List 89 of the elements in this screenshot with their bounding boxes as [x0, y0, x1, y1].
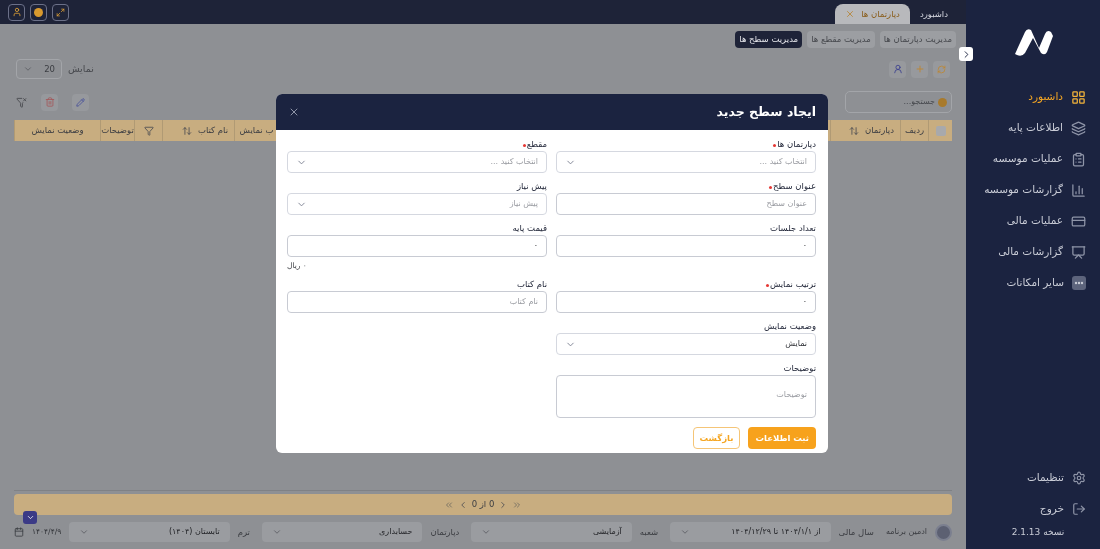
first-page-icon[interactable] — [443, 499, 454, 510]
filter-select[interactable]: از ۱۴۰۴/۱/۱ تا ۱۴۰۴/۱۲/۲۹ — [670, 522, 831, 542]
sidebar-item[interactable]: اطلاعات پایه — [966, 119, 1086, 137]
chevron-icon — [481, 527, 492, 537]
input-field[interactable]: ۰ — [556, 291, 816, 314]
sidebar-item[interactable]: تنظیمات — [966, 468, 1086, 487]
column-header: وضعیت نمایش — [14, 120, 100, 141]
column-header[interactable]: دپارتمان — [830, 120, 900, 141]
pencil-icon — [76, 97, 85, 107]
sidebar-item[interactable]: سایر امکانات — [966, 274, 1086, 292]
refresh-icon — [937, 64, 946, 74]
sub-tab[interactable]: مدیریت مقطع ها — [807, 31, 875, 48]
field-label: وضعیت نمایش — [763, 319, 816, 333]
expand-icon — [56, 7, 65, 17]
sidebar-item[interactable]: عملیات موسسه — [966, 150, 1086, 168]
field-label: نام کتاب — [516, 277, 547, 291]
page-info: 0 از 0 — [471, 498, 495, 511]
user-icon — [11, 7, 22, 17]
sub-tab[interactable]: مدیریت دپارتمان ها — [879, 31, 956, 48]
grid-icon — [1071, 89, 1086, 105]
trash-icon — [44, 97, 55, 107]
filter-label: شعبه — [639, 525, 659, 539]
avatar — [935, 523, 952, 541]
layers-icon — [1071, 120, 1086, 136]
chevron-icon — [272, 527, 282, 537]
user-name: ادمین برنامه — [886, 526, 927, 538]
person-button[interactable] — [889, 60, 906, 78]
page-size-label: نمایش — [68, 61, 94, 76]
settings-icon — [1072, 470, 1086, 485]
chevron-icon — [25, 513, 35, 522]
field-label: ترتیب نمایش — [769, 277, 816, 291]
logout-icon — [1072, 501, 1086, 516]
column-header: توضیحات — [100, 120, 134, 141]
chevron-icon — [23, 64, 33, 74]
chevron-icon — [79, 527, 90, 537]
sort-icon[interactable] — [849, 125, 860, 136]
fullscreen-button[interactable] — [52, 3, 69, 21]
presentation-icon — [1071, 244, 1086, 260]
more-icon — [1072, 276, 1086, 290]
field-label: دپارتمان ها — [777, 137, 816, 151]
sort-icon[interactable] — [181, 125, 192, 136]
column-header: ردیف — [900, 120, 928, 141]
sidebar-item[interactable]: عملیات مالی — [966, 212, 1086, 230]
search-icon — [938, 97, 947, 107]
input-field[interactable]: ۰ — [287, 235, 547, 257]
select-field[interactable]: نمایش — [556, 333, 816, 356]
person-icon — [892, 64, 903, 74]
filter-label: سال مالی — [838, 525, 874, 539]
field-label: قیمت پایه — [512, 221, 547, 235]
delete-button[interactable] — [41, 93, 58, 111]
plus-icon — [914, 64, 925, 74]
field-label: مقطع — [526, 137, 547, 151]
collapse-button[interactable] — [959, 47, 973, 61]
checkbox[interactable] — [935, 125, 946, 136]
filter-select[interactable]: آزمایشی — [471, 522, 632, 542]
sidebar-item[interactable]: گزارشات موسسه — [966, 181, 1086, 199]
sub-tab[interactable]: مدیریت سطح ها — [735, 31, 803, 48]
profile-button[interactable] — [8, 3, 25, 21]
field-label: پیش نیاز — [516, 179, 547, 193]
dialog-title: ایجاد سطح جدید — [716, 102, 816, 121]
column-header[interactable]: نام کتاب — [162, 120, 234, 141]
sidebar-item[interactable]: گزارشات مالی — [966, 243, 1086, 261]
chevron-icon — [680, 527, 691, 537]
input-field[interactable]: ۰ — [556, 235, 816, 257]
field-label: تعداد جلسات — [769, 221, 816, 235]
filter-select[interactable]: تابستان (۱۴۰۴) — [69, 522, 230, 542]
tab[interactable]: داشبورد — [909, 4, 958, 24]
tab[interactable]: دپارتمان ها — [835, 4, 910, 24]
expand-button[interactable] — [23, 511, 37, 524]
clear-filter-icon[interactable] — [16, 96, 27, 108]
close-icon[interactable] — [288, 106, 300, 118]
calendar-icon[interactable] — [14, 527, 24, 537]
card-icon — [1071, 213, 1086, 229]
sidebar-item[interactable]: خروج — [966, 499, 1086, 518]
status-button[interactable] — [30, 3, 47, 21]
search-field[interactable]: جستجو... — [845, 91, 952, 113]
filter-label: ترم — [237, 525, 250, 539]
edit-button[interactable] — [72, 93, 89, 111]
sidebar-item[interactable]: داشبورد — [966, 88, 1086, 106]
filter-select[interactable]: حسابداری — [262, 522, 423, 542]
bar-chart-icon — [1071, 182, 1086, 198]
last-page-icon[interactable] — [512, 499, 523, 510]
field-label: عنوان سطح — [773, 179, 816, 193]
page-size-select[interactable]: 20 — [16, 59, 62, 79]
field-label: توضیحات — [783, 361, 816, 375]
version-label: نسخه 2.1.13 — [1011, 525, 1065, 539]
clipboard-icon — [1071, 151, 1086, 167]
filter-icon[interactable] — [143, 125, 154, 136]
filter-label: دپارتمان — [430, 525, 460, 539]
